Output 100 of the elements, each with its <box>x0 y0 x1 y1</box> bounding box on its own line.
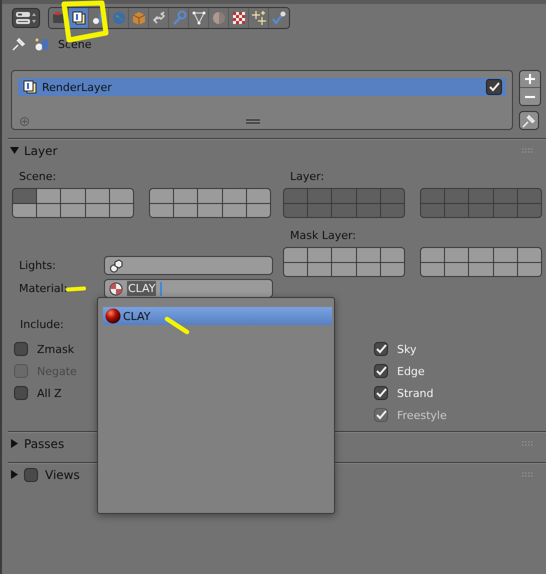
layer-toggle[interactable] <box>174 204 198 217</box>
layer-toggle[interactable] <box>421 189 444 202</box>
layer-toggle[interactable] <box>518 248 541 262</box>
layer-toggle[interactable] <box>308 248 332 262</box>
layer-toggle[interactable] <box>246 189 270 202</box>
layer-toggle[interactable] <box>86 204 109 217</box>
panel-header[interactable]: Layer <box>2 140 546 161</box>
layer-toggle[interactable] <box>110 189 133 202</box>
layer-toggle[interactable] <box>421 262 444 276</box>
field-label: Lights: <box>19 259 56 272</box>
checkbox[interactable]: Edge <box>374 363 544 379</box>
breadcrumb-label[interactable]: Scene <box>58 38 92 50</box>
layer-toggle[interactable] <box>284 262 308 276</box>
check-icon <box>375 387 387 399</box>
material-value: CLAY <box>127 281 156 296</box>
layer-toggle[interactable] <box>445 189 468 202</box>
layer-toggle[interactable] <box>110 204 133 217</box>
layer-toggle[interactable] <box>445 204 468 217</box>
editor-type-button[interactable] <box>12 8 40 28</box>
field-label: Mask Layer: <box>289 228 358 244</box>
layer-toggle[interactable] <box>150 204 174 217</box>
layer-toggle[interactable] <box>37 189 60 202</box>
render-layers-icon <box>70 10 86 26</box>
material-field[interactable]: CLAY <box>104 279 273 298</box>
checkbox[interactable]: All Z <box>14 385 372 401</box>
layer-toggle[interactable] <box>308 262 332 276</box>
layer-toggle[interactable] <box>308 189 332 202</box>
properties-tab[interactable] <box>69 8 89 28</box>
material-icon <box>210 10 226 26</box>
lights-field[interactable] <box>104 256 273 275</box>
physics-icon <box>271 10 287 26</box>
remove-button[interactable] <box>520 88 540 105</box>
layer-toggle[interactable] <box>284 189 308 202</box>
layer-toggle[interactable] <box>246 204 270 217</box>
layer-toggle[interactable] <box>494 262 517 276</box>
layer-toggle[interactable] <box>198 189 222 202</box>
layer-toggle[interactable] <box>445 262 468 276</box>
layer-toggle[interactable] <box>284 204 308 217</box>
layer-toggle[interactable] <box>518 262 541 276</box>
layer-toggle[interactable] <box>469 248 493 262</box>
layer-toggle[interactable] <box>150 189 174 202</box>
properties-tab[interactable] <box>229 8 249 28</box>
annotation-mark <box>164 316 190 336</box>
render-layer-icon <box>22 79 38 95</box>
check-icon <box>375 409 387 421</box>
checkbox[interactable]: Sky <box>374 341 544 357</box>
layer-toggle[interactable] <box>332 204 356 217</box>
drag-grip-icon[interactable] <box>522 472 534 478</box>
layer-toggle[interactable] <box>421 204 444 217</box>
layer-toggle[interactable] <box>332 262 356 276</box>
resize-grip-icon[interactable] <box>246 119 260 124</box>
layer-toggle[interactable] <box>380 204 404 217</box>
plus-icon <box>524 73 536 85</box>
layer-toggle[interactable] <box>494 204 517 217</box>
layer-toggle[interactable] <box>13 204 36 217</box>
layer-toggle[interactable] <box>222 204 246 217</box>
layer-toggle[interactable] <box>356 204 380 217</box>
layer-toggle[interactable] <box>61 189 85 202</box>
checkbox[interactable]: Strand <box>374 385 544 401</box>
layer-toggle[interactable] <box>380 189 404 202</box>
layer-toggle[interactable] <box>494 189 517 202</box>
layer-toggle[interactable] <box>332 248 356 262</box>
render-layer-item[interactable]: RenderLayer <box>18 78 506 96</box>
layer-toggle[interactable] <box>421 248 444 262</box>
panel-title: Views <box>45 468 80 482</box>
layer-toggle[interactable] <box>332 189 356 202</box>
menu-item[interactable]: CLAY <box>103 307 332 325</box>
pin-button[interactable] <box>519 111 539 130</box>
layer-toggle[interactable] <box>198 204 222 217</box>
checkbox[interactable] <box>24 468 38 482</box>
layer-toggle[interactable] <box>518 189 541 202</box>
panel-header[interactable]: Passes <box>2 433 546 454</box>
sphere-icon <box>105 308 121 324</box>
layer-toggle[interactable] <box>356 248 380 262</box>
layer-toggle[interactable] <box>284 248 308 262</box>
layer-toggle[interactable] <box>61 204 85 217</box>
checkbox[interactable]: Zmask <box>14 341 372 357</box>
checkbox[interactable] <box>486 79 502 95</box>
properties-tab[interactable] <box>189 8 209 28</box>
check-icon <box>375 343 387 355</box>
drag-grip-icon[interactable] <box>522 440 534 446</box>
layer-toggle[interactable] <box>13 189 36 202</box>
layer-toggle[interactable] <box>37 204 60 217</box>
layer-toggle[interactable] <box>380 262 404 276</box>
layer-toggle[interactable] <box>222 189 246 202</box>
layer-toggle[interactable] <box>380 248 404 262</box>
layer-toggle[interactable] <box>356 189 380 202</box>
layer-toggle[interactable] <box>469 262 493 276</box>
layer-toggle[interactable] <box>174 189 198 202</box>
layer-toggle[interactable] <box>494 248 517 262</box>
layer-toggle[interactable] <box>308 204 332 217</box>
add-button[interactable] <box>520 71 540 88</box>
layer-toggle[interactable] <box>356 262 380 276</box>
layer-toggle[interactable] <box>518 204 541 217</box>
layer-toggle[interactable] <box>445 248 468 262</box>
layer-toggle[interactable] <box>469 204 493 217</box>
drag-grip-icon[interactable] <box>522 148 534 154</box>
layer-toggle[interactable] <box>469 189 493 202</box>
check-icon <box>488 81 500 93</box>
layer-toggle[interactable] <box>86 189 109 202</box>
